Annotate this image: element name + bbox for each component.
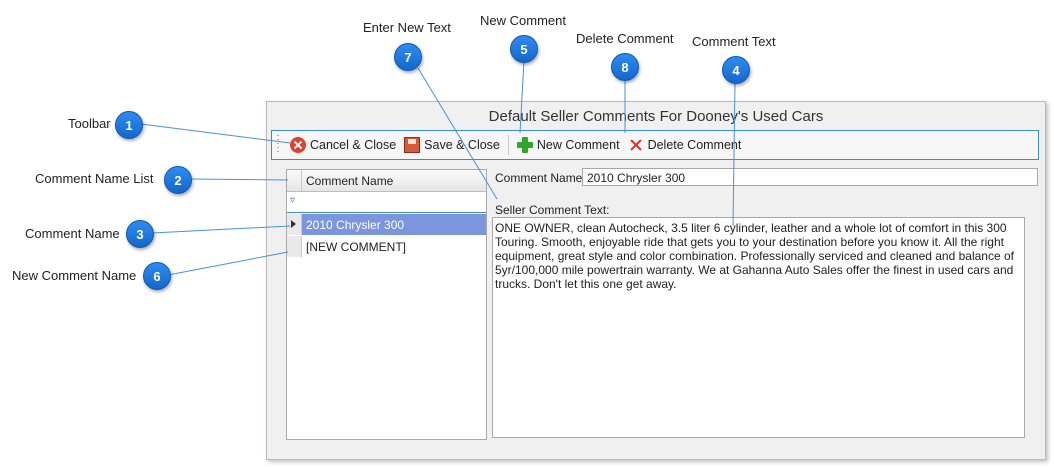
header-indicator-cell	[287, 170, 302, 191]
row-pointer-icon	[291, 220, 296, 228]
toolbar-separator	[507, 135, 509, 155]
list-item-new-comment[interactable]: [NEW COMMENT]	[287, 236, 486, 257]
list-filter-row[interactable]: ▿	[287, 192, 486, 213]
callout-label-comment-name: Comment Name	[25, 226, 120, 241]
callout-badge-1: 1	[115, 111, 143, 139]
delete-comment-button[interactable]: Delete Comment	[624, 133, 746, 157]
list-item-label: 2010 Chrysler 300	[306, 218, 405, 232]
delete-comment-label: Delete Comment	[647, 138, 742, 152]
callout-badge-3: 3	[126, 220, 154, 248]
seller-comment-text-label: Seller Comment Text:	[495, 203, 610, 217]
toolbar: Cancel & Close Save & Close New Comment …	[271, 130, 1039, 160]
new-comment-label: New Comment	[536, 138, 620, 152]
callout-label-delete-comment: Delete Comment	[576, 31, 674, 46]
callout-badge-4: 4	[722, 56, 750, 84]
toolbar-grip-handle[interactable]	[274, 135, 282, 155]
save-close-label: Save & Close	[424, 138, 500, 152]
callout-label-comment-text: Comment Text	[692, 34, 776, 49]
column-header-comment-name: Comment Name	[306, 174, 394, 188]
callout-label-new-comment-name: New Comment Name	[12, 268, 137, 283]
callout-label-comment-name-list: Comment Name List	[35, 171, 154, 186]
callout-badge-5: 5	[510, 35, 538, 63]
callout-badge-6: 6	[143, 262, 171, 290]
comment-name-input[interactable]: 2010 Chrysler 300	[582, 168, 1038, 186]
filter-icon[interactable]: ▿	[290, 195, 299, 207]
callout-badge-8: 8	[611, 53, 639, 81]
new-comment-button[interactable]: New Comment	[513, 133, 624, 157]
comment-name-label: Comment Name:	[495, 171, 586, 185]
row-indicator	[287, 214, 302, 235]
seller-comment-textarea[interactable]: ONE OWNER, clean Autocheck, 3.5 liter 6 …	[492, 217, 1025, 438]
save-close-button[interactable]: Save & Close	[400, 133, 504, 157]
add-icon	[516, 137, 533, 153]
cancel-icon	[290, 137, 306, 153]
list-column-header[interactable]: Comment Name	[287, 170, 486, 192]
cancel-close-button[interactable]: Cancel & Close	[286, 133, 400, 157]
callout-badge-2: 2	[164, 166, 192, 194]
list-item-label: [NEW COMMENT]	[306, 240, 406, 254]
comment-name-list: Comment Name ▿ 2010 Chrysler 300 [NEW CO…	[286, 169, 487, 440]
callout-badge-7: 7	[394, 43, 422, 71]
save-icon	[404, 137, 421, 153]
list-item-selected[interactable]: 2010 Chrysler 300	[287, 214, 486, 235]
callout-label-new-comment: New Comment	[480, 13, 566, 28]
delete-icon	[628, 137, 644, 153]
window-title: Default Seller Comments For Dooney's Use…	[488, 108, 824, 125]
row-indicator	[287, 236, 302, 257]
seller-comments-window: Default Seller Comments For Dooney's Use…	[266, 101, 1046, 460]
cancel-close-label: Cancel & Close	[310, 138, 397, 152]
callout-label-toolbar: Toolbar	[68, 116, 111, 131]
callout-label-enter-new-text: Enter New Text	[363, 20, 451, 35]
